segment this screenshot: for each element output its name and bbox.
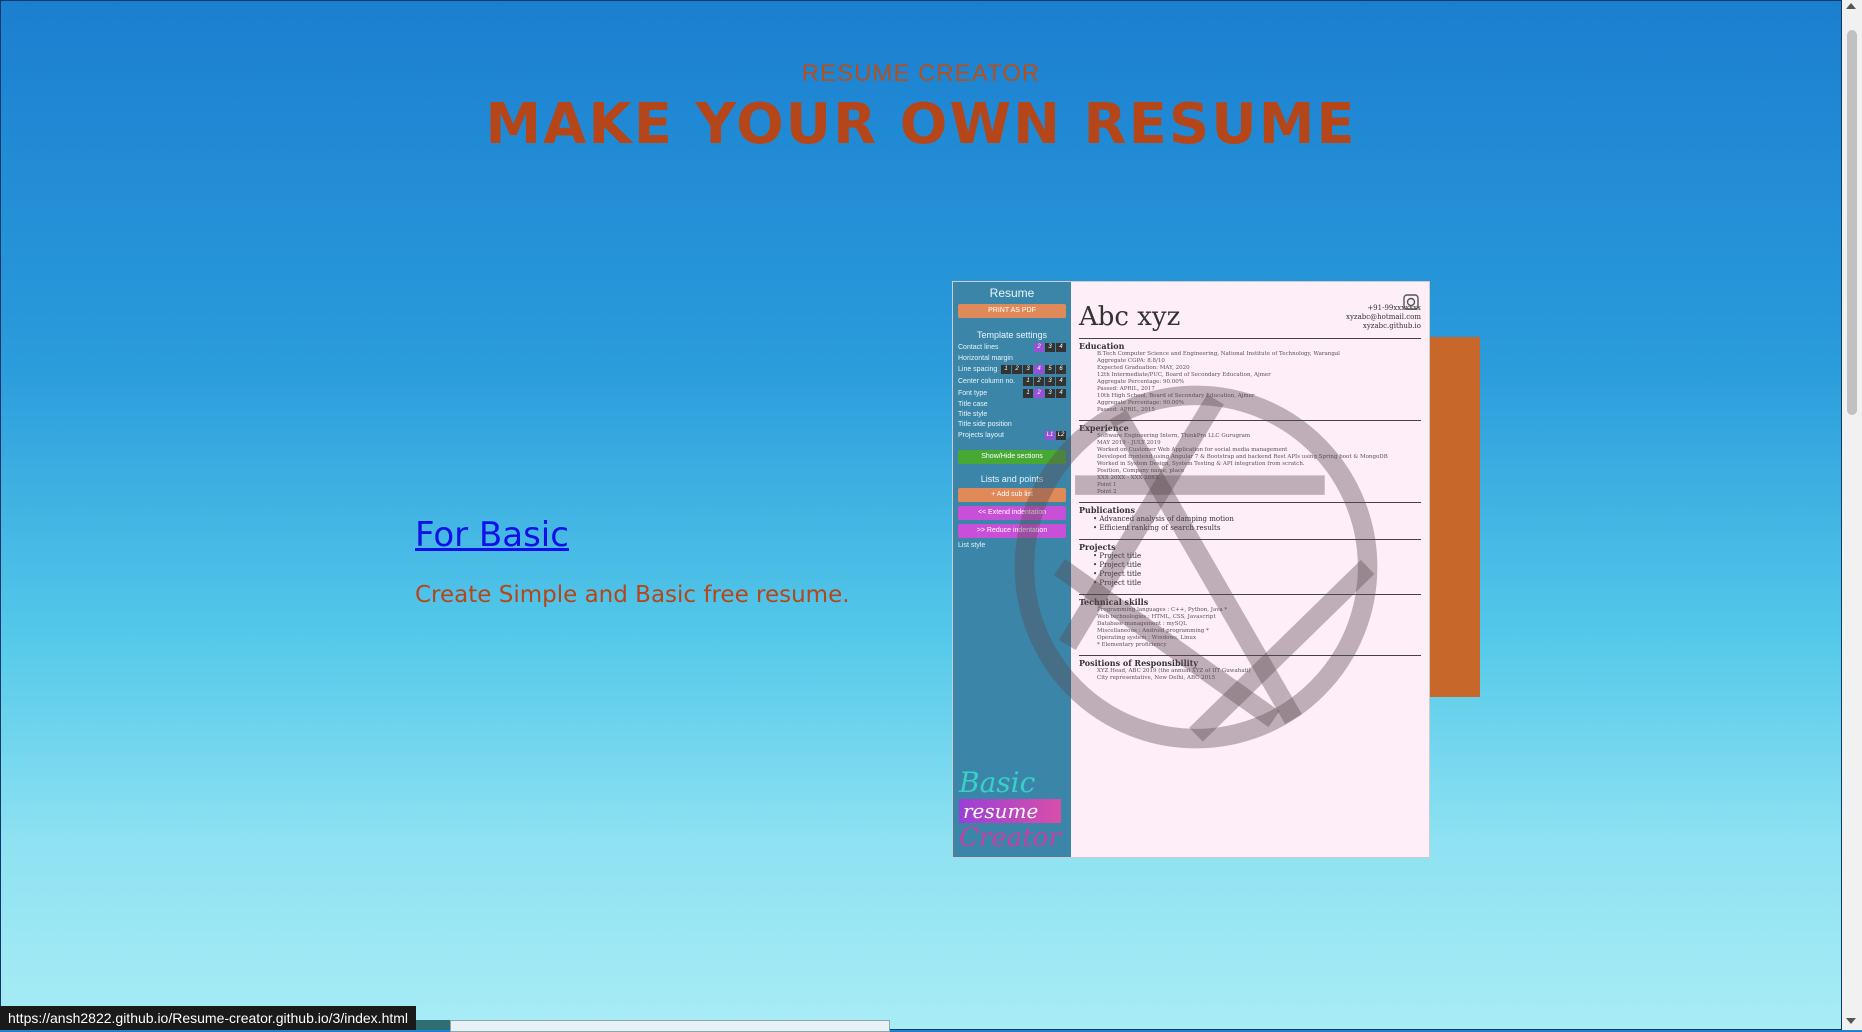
preview-section-line: Programming languages : C++, Python, Jav… <box>1097 607 1228 613</box>
preview-section-line: Database management : mySQL <box>1097 621 1187 627</box>
preview-section-line: 12th Intermediate/PUC, Board of Secondar… <box>1097 372 1271 378</box>
preview-resume-sections: Education B.Tech Computer Science and Eng… <box>1079 338 1421 682</box>
preview-section-title: Experience <box>1079 420 1421 433</box>
preview-section-line: Expected Graduation: MAY, 2020 <box>1097 365 1190 371</box>
preview-list-button: << Extend indentation <box>958 506 1066 520</box>
preview-setting-row: Horizontal margin <box>958 355 1013 362</box>
preview-section-title: Publications <box>1079 502 1421 515</box>
preview-section-title: Projects <box>1079 539 1421 552</box>
scroll-down-arrow-icon[interactable] <box>1846 1018 1856 1024</box>
preview-section-line: Aggregate CGPA: 8.8/10 <box>1097 358 1165 364</box>
status-bar-url: https://ansh2822.github.io/Resume-creato… <box>0 1006 417 1030</box>
preview-section-line: Position, Company name, place <box>1097 468 1185 474</box>
preview-setting-row: Projects layout L1 L2 <box>958 431 1066 440</box>
preview-section-title: Technical skills <box>1079 594 1421 607</box>
scrollbar-thumb[interactable] <box>1847 30 1857 415</box>
site-kicker: RESUME CREATOR <box>801 60 1041 87</box>
preview-section-line: Web technologies : HTML, CSS, Javascript <box>1097 614 1216 620</box>
preview-list-style: List style <box>958 542 986 549</box>
preview-setting-row: Contact lines 2 3 4 <box>958 343 1066 352</box>
preview-template-settings: Template settings <box>976 330 1048 340</box>
preview-section-line: • Project title <box>1093 552 1142 560</box>
preview-section-line: Point 1 <box>1097 482 1117 488</box>
preview-section-line: Developed frontend using Angular 7 & Boo… <box>1097 454 1388 460</box>
preview-list-button: >> Reduce indentation <box>958 524 1066 538</box>
lens-icon[interactable] <box>1403 294 1419 310</box>
preview-section-line: Point 2 <box>1097 489 1117 495</box>
preview-section-line: • Project title <box>1093 579 1142 587</box>
preview-section-line: Worked in System Design, System Testing … <box>1097 461 1305 467</box>
preview-section-title: Education <box>1079 338 1421 351</box>
preview-setting-row: Title case <box>958 401 988 408</box>
preview-sidebar: Resume PRINT AS PDF Template settings Co… <box>953 282 1071 857</box>
preview-show-hide-button: Show/Hide sections <box>958 450 1066 464</box>
preview-setting-row: Line spacing 1 2 3 4 5 6 <box>958 365 1066 374</box>
preview-section-line: Operating system : Windows, Linux <box>1097 635 1197 641</box>
preview-section-line: Passed: APRIL, 2015 <box>1097 407 1155 413</box>
preview-section-line: City representative, New Delhi, ABC 2015 <box>1097 675 1216 681</box>
bottom-strip <box>450 1020 890 1032</box>
preview-sidebar-title: Resume <box>989 286 1035 300</box>
preview-setting-row: Center column no. 1 2 3 4 <box>958 377 1066 386</box>
preview-setting-row: Title style <box>958 411 988 418</box>
preview-section-line: 10th High School, Board of Secondary Edu… <box>1097 393 1255 399</box>
preview-setting-row: Title side position <box>958 421 1012 428</box>
preview-list-button: + Add sub list <box>958 488 1066 502</box>
preview-section-line: B.Tech Computer Science and Engineering,… <box>1097 351 1340 357</box>
preview-section-line: Software Engineering Intern, ThinkPro LL… <box>1097 433 1251 439</box>
preview-section-line: • Project title <box>1093 570 1142 578</box>
preview-section-line: Worked on Customer Web Application for s… <box>1097 447 1288 453</box>
for-basic-link[interactable]: For Basic <box>415 515 569 555</box>
preview-section-line: MAY 2019 - JULY 2019 <box>1097 440 1161 446</box>
basic-description: Create Simple and Basic free resume. <box>415 582 850 608</box>
resume-preview-image[interactable]: Resume PRINT AS PDF Template settings Co… <box>952 281 1430 858</box>
scroll-up-arrow-icon[interactable] <box>1846 3 1856 9</box>
preview-print-button: PRINT AS PDF <box>958 304 1066 318</box>
preview-section-line: Passed: APRIL, 2017 <box>1097 386 1155 392</box>
preview-section-line: • Project title <box>1093 561 1142 569</box>
preview-section-line: • Advanced analysis of damping motion <box>1093 515 1234 523</box>
preview-section-line: XYZ Head, ABC 2019 (the annual XYZ of II… <box>1097 668 1251 674</box>
preview-setting-row: Font type 1 2 3 4 <box>958 389 1066 398</box>
preview-section-line: XXX 20XX - XXX 20XX <box>1097 475 1160 481</box>
page-headline: MAKE YOUR OWN RESUME <box>485 92 1357 157</box>
preview-section-line: Miscellaneous : Android programming * <box>1097 628 1209 634</box>
preview-section-line: Aggregate Percentage: 90.00% <box>1097 400 1184 406</box>
preview-basic-resume-creator-logo: Basic resume Creator <box>959 766 1061 853</box>
preview-section-title: Positions of Responsibility <box>1079 655 1421 668</box>
preview-section-line: Aggregate Percentage: 90.00% <box>1097 379 1184 385</box>
preview-resume-body: Abc xyz +91-99xxxxxxx xyzabc@hotmail.com… <box>1071 282 1429 857</box>
preview-section-line: * Elementary proficiency <box>1097 642 1167 648</box>
preview-section-line: • Efficient ranking of search results <box>1093 524 1221 532</box>
preview-lists-points: Lists and points <box>980 474 1044 484</box>
